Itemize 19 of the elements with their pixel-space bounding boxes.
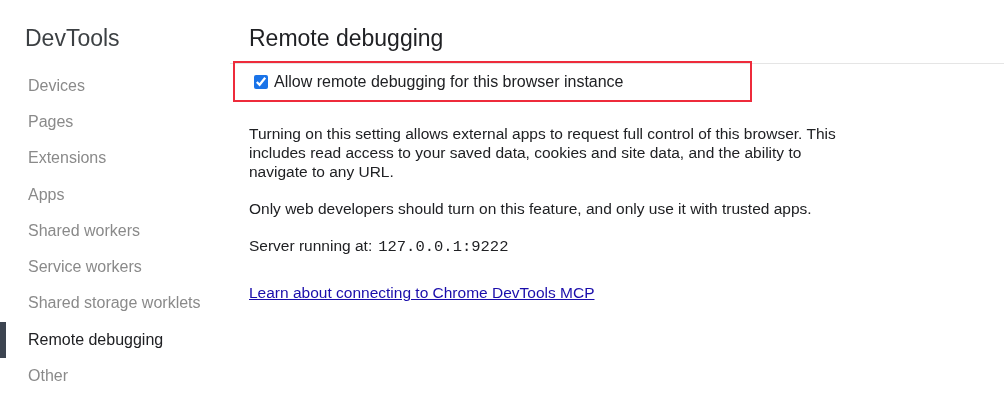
sidebar-item[interactable]: Shared storage worklets (28, 291, 201, 316)
description-text: Turning on this setting allows external apps to request full control of this browser. This includes read access to your saved data, cookies and site data, and the ability to navigate to any URL. (249, 123, 837, 181)
checkbox-label: Allow remote debugging for this browser instance (274, 71, 624, 92)
server-address: 127.0.0.1:9222 (378, 237, 509, 257)
selection-bar (0, 321, 6, 358)
sidebar-item[interactable]: Other (28, 364, 68, 388)
sidebar-item[interactable]: Service workers (28, 255, 142, 280)
description-text: Only web developers should turn on this feature, and only use it with trusted apps. (249, 198, 813, 218)
checkbox[interactable] (254, 74, 268, 89)
page-title: Remote debugging (249, 24, 444, 53)
sidebar-title: DevTools (25, 24, 120, 53)
learn-more-link[interactable]: Learn about connecting to Chrome DevTools MCP (249, 282, 595, 302)
sidebar-item[interactable]: Shared workers (28, 218, 141, 243)
sidebar-item[interactable]: Remote debugging (28, 327, 164, 352)
sidebar-item[interactable]: Pages (28, 109, 74, 134)
sidebar-item[interactable]: Devices (28, 73, 85, 98)
sidebar-item[interactable]: Apps (28, 182, 65, 207)
sidebar-item[interactable]: Extensions (28, 146, 107, 171)
server-label: Server running at: (249, 235, 373, 255)
